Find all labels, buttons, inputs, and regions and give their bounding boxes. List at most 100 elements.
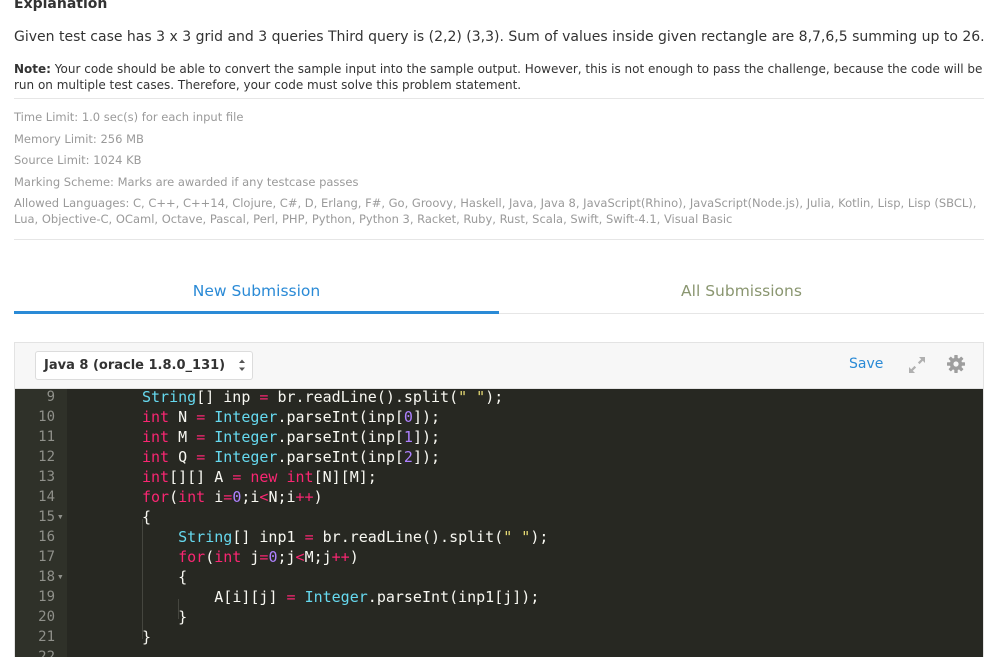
code-operator: < (295, 548, 305, 566)
code-text: readLine (349, 528, 422, 546)
code-text: ( (358, 428, 368, 446)
marking-scheme: Marking Scheme: Marks are awarded if any… (14, 174, 359, 189)
fold-arrow-icon[interactable]: ▾ (57, 507, 64, 527)
expand-icon[interactable] (907, 355, 927, 375)
code-source: A[i][j] = Integer.parseInt(inp1[j]); (142, 587, 539, 607)
code-source: { (142, 567, 187, 587)
code-line: 12 int Q = Integer.parseInt(inp[2]); (15, 447, 983, 467)
code-operator: ++ (331, 548, 350, 566)
code-text: } (142, 628, 152, 646)
code-text: [ (313, 468, 323, 486)
line-number: 20 (38, 609, 55, 625)
code-text: N (178, 408, 188, 426)
code-text: split (449, 528, 495, 546)
code-source: { (142, 507, 151, 527)
line-number: 12 (38, 449, 55, 465)
code-text: j (286, 548, 296, 566)
code-text: parseInt (376, 588, 450, 606)
code-editor: Java 8 (oracle 1.8.0_131) Save 9 String[… (14, 342, 984, 657)
line-number: 22 (38, 649, 55, 657)
code-operator: = (304, 528, 314, 546)
code-text: inp1 (259, 528, 296, 546)
code-text: j (322, 548, 332, 566)
code-text: . (277, 408, 287, 426)
code-line: 11 int M = Integer.parseInt(inp[1]); (15, 427, 983, 447)
code-line: 17 for(int j=0;j<M;j++) (15, 547, 983, 567)
code-string: " " (458, 389, 486, 406)
line-number: 10 (38, 409, 55, 425)
code-line: 10 int N = Integer.parseInt(inp[0]); (15, 407, 983, 427)
tab-new-submission[interactable]: New Submission (14, 278, 499, 314)
code-line: 20 } (15, 607, 983, 627)
code-operator: = (232, 468, 242, 486)
code-text: ); (485, 389, 504, 406)
code-keyword: int (142, 448, 170, 466)
code-text: A (214, 468, 224, 486)
code-text: parseInt (286, 428, 359, 446)
code-text: inp (367, 428, 395, 446)
code-source: for(int i=0;i<N;i++) (142, 487, 323, 507)
tab-all-submissions[interactable]: All Submissions (499, 278, 984, 314)
code-keyword: int (286, 468, 314, 486)
code-area[interactable]: 9 String[] inp = br.readLine().split(" ")… (15, 389, 983, 657)
code-text: split (403, 389, 450, 406)
line-number: 16 (38, 529, 55, 545)
code-source: } (142, 607, 187, 627)
updown-arrow-icon (238, 352, 246, 390)
code-text: N (322, 468, 332, 486)
code-operator: ++ (295, 488, 314, 506)
code-text: ( (358, 448, 368, 466)
note: Note: Your code should be able to conver… (14, 61, 984, 93)
line-number: 15 (38, 509, 55, 525)
code-number: 1 (403, 428, 413, 446)
allowed-languages: Allowed Languages: C, C++, C++14, Clojur… (14, 196, 977, 226)
code-text: [ (223, 588, 233, 606)
code-source: int M = Integer.parseInt(inp[1]); (142, 427, 440, 447)
line-number: 19 (38, 589, 55, 605)
code-line: 19 A[i][j] = Integer.parseInt(inp1[j]); (15, 587, 983, 607)
code-type: String (142, 389, 197, 406)
note-label: Note: (14, 62, 51, 76)
code-line: 18 ▾ { (15, 567, 983, 587)
code-text: ; (277, 488, 287, 506)
line-number: 11 (38, 429, 55, 445)
code-keyword: int (178, 488, 206, 506)
code-text: ( (358, 408, 368, 426)
code-text: ) (349, 548, 359, 566)
code-text: ( (449, 389, 459, 406)
gear-icon[interactable] (946, 354, 966, 374)
code-text: [] (232, 528, 260, 546)
code-text: parseInt (286, 408, 359, 426)
code-text: (). (376, 389, 404, 406)
code-type: String (178, 528, 233, 546)
code-number: 2 (403, 448, 413, 466)
code-type: Integer (304, 588, 368, 606)
time-limit: Time Limit: 1.0 sec(s) for each input fi… (14, 110, 244, 124)
code-text: br (277, 389, 296, 406)
language-select[interactable]: Java 8 (oracle 1.8.0_131) (35, 351, 253, 380)
code-text: [] (196, 389, 224, 406)
code-text: M (178, 428, 188, 446)
code-text: ; (277, 548, 287, 566)
code-text: ( (169, 488, 179, 506)
code-text: [ (394, 448, 404, 466)
code-text: ; (313, 548, 323, 566)
code-text: inp1 (458, 588, 495, 606)
code-text: M (304, 548, 314, 566)
code-number: 0 (403, 408, 413, 426)
code-text: ( (494, 528, 504, 546)
code-text: i (232, 588, 242, 606)
save-button[interactable]: Save (849, 356, 883, 372)
code-source: int[][] A = new int[N][M]; (142, 467, 377, 487)
fold-arrow-icon[interactable]: ▾ (57, 567, 64, 587)
